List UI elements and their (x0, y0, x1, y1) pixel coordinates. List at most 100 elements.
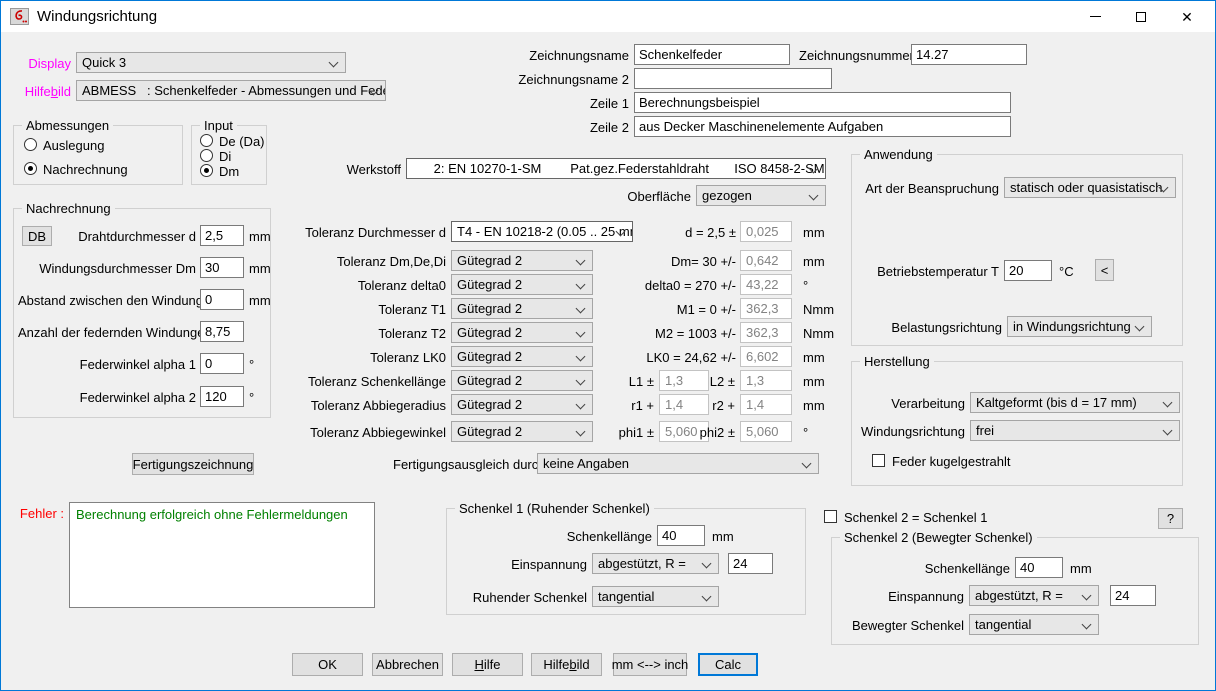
toleranz-abbiegewinkel-label: Toleranz Abbiegewinkel (291, 425, 446, 440)
result-d-value: 0,025 (740, 221, 792, 242)
display-select[interactable]: Quick 3 (76, 52, 346, 73)
schenkel2-equals-label: Schenkel 2 = Schenkel 1 (844, 510, 987, 525)
close-icon: ✕ (1181, 10, 1193, 24)
zeichnungsname2-input[interactable] (634, 68, 832, 89)
hilfebild-button[interactable]: Hilfebild (531, 653, 602, 676)
result-r1-label: r1 + (599, 398, 654, 413)
toleranz-schenkellaenge-select[interactable]: Gütegrad 2 (451, 370, 593, 391)
schenkel1-laenge-unit: mm (712, 529, 734, 544)
radio-auslegung[interactable] (24, 138, 37, 151)
betriebstemperatur-input[interactable]: 20 (1004, 260, 1052, 281)
zeile2-input[interactable]: aus Decker Maschinenelemente Aufgaben (634, 116, 1011, 137)
mm-inch-button[interactable]: mm <--> inch (613, 653, 687, 676)
title-bar: Windungsrichtung ✕ (1, 1, 1215, 32)
zeichnungsname2-label: Zeichnungsname 2 (491, 72, 629, 87)
help-button[interactable]: ? (1158, 508, 1183, 529)
toleranz-schenkellaenge-label: Toleranz Schenkellänge (291, 374, 446, 389)
anzahl-windungen-input[interactable]: 8,75 (200, 321, 244, 342)
windungsdurchmesser-input[interactable]: 30 (200, 257, 244, 278)
close-button[interactable]: ✕ (1164, 1, 1210, 32)
federwinkel2-input[interactable]: 120 (200, 386, 244, 407)
schenkel2-laenge-input[interactable]: 40 (1015, 557, 1063, 578)
toleranz-abbiegeradius-select[interactable]: Gütegrad 2 (451, 394, 593, 415)
schenkel1-einspannung-select[interactable]: abgestützt, R = (592, 553, 719, 574)
zeile1-input[interactable]: Berechnungsbeispiel (634, 92, 1011, 113)
hilfebild-select[interactable]: ABMESS : Schenkelfeder - Abmessungen und… (76, 80, 386, 101)
zeichnungsnummer-input[interactable]: 14.27 (911, 44, 1027, 65)
abstand-input[interactable]: 0 (200, 289, 244, 310)
schenkel2-einspannung-select[interactable]: abgestützt, R = (969, 585, 1099, 606)
radio-de-da[interactable] (200, 134, 213, 147)
windungsdurchmesser-unit: mm (249, 261, 271, 276)
oberflaeche-select[interactable]: gezogen (696, 185, 826, 206)
toleranz-dm-label: Toleranz Dm,De,Di (291, 254, 446, 269)
radio-de-da-label: De (Da) (219, 134, 265, 149)
werkstoff-select[interactable]: 2: EN 10270-1-SM Pat.gez.Federstahldraht… (406, 158, 826, 179)
temperatur-back-button[interactable]: < (1095, 259, 1114, 281)
windungsdurchmesser-label: Windungsdurchmesser Dm (18, 261, 196, 276)
toleranz-delta0-label: Toleranz delta0 (291, 278, 446, 293)
result-m1-value: 362,3 (740, 298, 792, 319)
fehler-message: Berechnung erfolgreich ohne Fehlermeldun… (76, 507, 348, 522)
belastungsrichtung-select[interactable]: in Windungsrichtung (1007, 316, 1152, 337)
result-l1-label: L1 ± (599, 374, 654, 389)
result-r2-value: 1,4 (740, 394, 792, 415)
schenkel1-r-input[interactable]: 24 (728, 553, 773, 574)
schenkel2-art-label: Bewegter Schenkel (842, 618, 964, 633)
drahtdurchmesser-unit: mm (249, 229, 271, 244)
beanspruchung-select[interactable]: statisch oder quasistatisch (1004, 177, 1176, 198)
toleranz-abbiegewinkel-select[interactable]: Gütegrad 2 (451, 421, 593, 442)
hilfebild-label: Hilfebild (11, 84, 71, 99)
radio-nachrechnung[interactable] (24, 162, 37, 175)
toleranz-durchmesser-label: Toleranz Durchmesser d (291, 225, 446, 240)
app-icon (10, 8, 29, 25)
schenkel2-group: Schenkel 2 (Bewegter Schenkel) Schenkell… (831, 537, 1199, 645)
toleranz-delta0-select[interactable]: Gütegrad 2 (451, 274, 593, 295)
result-lk0-unit: mm (803, 350, 825, 365)
toleranz-t2-select[interactable]: Gütegrad 2 (451, 322, 593, 343)
kugelgestrahlt-checkbox[interactable] (872, 454, 885, 467)
nachrechnung-group: Nachrechnung DB Drahtdurchmesser d 2,5 m… (13, 208, 271, 418)
fertigungszeichnung-button[interactable]: Fertigungszeichnung (132, 453, 254, 475)
input-legend: Input (200, 118, 237, 133)
schenkel1-art-label: Ruhender Schenkel (457, 590, 587, 605)
toleranz-dm-select[interactable]: Gütegrad 2 (451, 250, 593, 271)
anwendung-group: Anwendung Art der Beanspruchung statisch… (851, 154, 1183, 346)
radio-dm-label: Dm (219, 164, 239, 179)
radio-dm[interactable] (200, 164, 213, 177)
result-lk0-value: 6,602 (740, 346, 792, 367)
fehler-label: Fehler : (16, 506, 64, 521)
ok-button[interactable]: OK (292, 653, 363, 676)
anwendung-legend: Anwendung (860, 147, 937, 162)
schenkel2-einspannung-label: Einspannung (842, 589, 964, 604)
toleranz-lk0-select[interactable]: Gütegrad 2 (451, 346, 593, 367)
verarbeitung-select[interactable]: Kaltgeformt (bis d = 17 mm) (970, 392, 1180, 413)
drahtdurchmesser-input[interactable]: 2,5 (200, 225, 244, 246)
abbrechen-button[interactable]: Abbrechen (372, 653, 443, 676)
federwinkel1-input[interactable]: 0 (200, 353, 244, 374)
abmessungen-legend: Abmessungen (22, 118, 113, 133)
maximize-button[interactable] (1118, 1, 1164, 32)
windungsrichtung-select[interactable]: frei (970, 420, 1180, 441)
zeichnungsname-input[interactable]: Schenkelfeder (634, 44, 790, 65)
fertigungsausgleich-select[interactable]: keine Angaben (537, 453, 819, 474)
result-r-unit: mm (803, 398, 825, 413)
result-phi2-label: phi2 ± (689, 425, 735, 440)
minimize-button[interactable] (1072, 1, 1118, 32)
result-phi2-value: 5,060 (740, 421, 792, 442)
radio-di[interactable] (200, 149, 213, 162)
schenkel2-art-select[interactable]: tangential (969, 614, 1099, 635)
calc-button[interactable]: Calc (698, 653, 758, 676)
schenkel1-art-select[interactable]: tangential (592, 586, 719, 607)
betriebstemperatur-unit: °C (1059, 264, 1074, 279)
schenkel2-equals-checkbox[interactable] (824, 510, 837, 523)
toleranz-t1-select[interactable]: Gütegrad 2 (451, 298, 593, 319)
zeichnungsname-label: Zeichnungsname (501, 48, 629, 63)
result-m2-label: M2 = 1003 +/- (601, 326, 736, 341)
schenkel2-r-input[interactable]: 24 (1110, 585, 1156, 606)
oberflaeche-label: Oberfläche (621, 189, 691, 204)
schenkel1-laenge-input[interactable]: 40 (657, 525, 705, 546)
anzahl-windungen-label: Anzahl der federnden Windungen n (18, 325, 196, 340)
toleranz-t1-label: Toleranz T1 (291, 302, 446, 317)
hilfe-button[interactable]: Hilfe (452, 653, 523, 676)
